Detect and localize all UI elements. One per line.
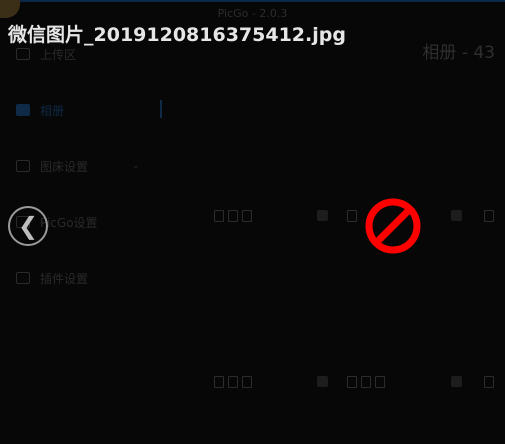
file-icon[interactable] xyxy=(214,210,224,222)
gallery-item-checkbox[interactable] xyxy=(317,210,328,221)
gallery-item-tools xyxy=(214,376,252,388)
gallery-item-checkbox[interactable] xyxy=(317,376,328,387)
gallery-item-checkbox[interactable] xyxy=(451,210,462,221)
edit-icon[interactable] xyxy=(361,376,371,388)
trash-icon[interactable] xyxy=(242,376,252,388)
upload-icon xyxy=(16,48,30,60)
gallery-item-tools xyxy=(484,376,494,388)
file-icon[interactable] xyxy=(214,376,224,388)
gallery-item-checkbox[interactable] xyxy=(451,376,462,387)
edit-icon[interactable] xyxy=(228,376,238,388)
prev-icon: ❮ xyxy=(17,212,39,240)
sidebar-item-bed-settings[interactable]: 图床设置 ⌄ xyxy=(16,156,140,176)
sidebar-active-indicator xyxy=(160,100,162,118)
grid-icon xyxy=(16,160,30,172)
gallery-item-tools xyxy=(347,376,385,388)
viewer-filename: 微信图片_20191208163754​12.jpg xyxy=(8,24,346,46)
edit-icon[interactable] xyxy=(228,210,238,222)
gallery-title: 相册 - 43 xyxy=(422,43,495,63)
prev-image-button[interactable]: ❮ xyxy=(8,206,48,246)
file-icon[interactable] xyxy=(347,210,357,222)
gallery-item-tools xyxy=(484,210,494,222)
sidebar-item-label: 插件设置 xyxy=(40,271,89,286)
file-icon[interactable] xyxy=(347,376,357,388)
sidebar-item-gallery[interactable]: 相册 xyxy=(16,100,64,120)
picgo-app-background: PicGo - 2.0.3 上传区 相册 图床设置 ⌄ PicGo设置 插件设置… xyxy=(0,0,505,444)
chevron-down-icon: ⌄ xyxy=(132,161,140,171)
share-icon xyxy=(16,272,30,284)
gallery-icon xyxy=(16,104,30,116)
blocked-image-icon xyxy=(365,198,421,254)
sidebar-item-label: 上传区 xyxy=(40,47,77,62)
sidebar-item-upload[interactable]: 上传区 xyxy=(16,44,76,64)
file-icon[interactable] xyxy=(484,376,494,388)
sidebar-item-label: 图床设置 xyxy=(40,159,89,174)
sidebar-item-label: PicGo设置 xyxy=(40,215,98,230)
gallery-item-tools xyxy=(347,210,357,222)
trash-icon[interactable] xyxy=(375,376,385,388)
sidebar-item-label: 相册 xyxy=(40,103,65,118)
gallery-item-tools xyxy=(214,210,252,222)
file-icon[interactable] xyxy=(484,210,494,222)
sidebar-item-plugin-settings[interactable]: 插件设置 xyxy=(16,268,88,288)
trash-icon[interactable] xyxy=(242,210,252,222)
